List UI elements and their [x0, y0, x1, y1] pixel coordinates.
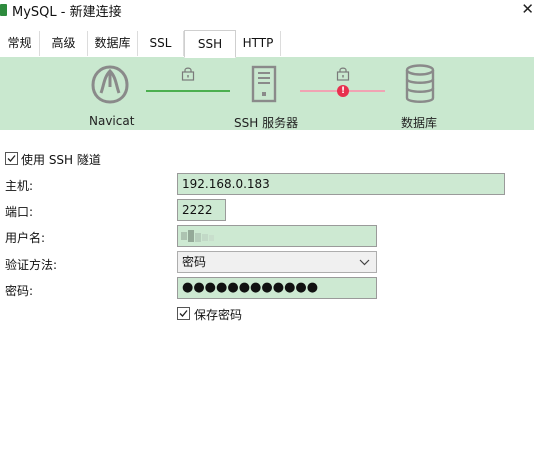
- ssh-diagram-panel: Navicat SSH 服务器 ! 数据库: [0, 57, 534, 130]
- lock-icon: [181, 66, 195, 84]
- link-line-ok: [146, 90, 230, 92]
- app-icon: [0, 4, 7, 16]
- node-label-ssh-server: SSH 服务器: [234, 116, 299, 130]
- tab-ssl[interactable]: SSL: [138, 31, 184, 56]
- password-label: 密码:: [5, 284, 34, 298]
- redacted-username-icon: [181, 230, 214, 242]
- username-input[interactable]: [177, 225, 377, 247]
- port-input[interactable]: 2222: [177, 199, 226, 221]
- server-icon: [250, 65, 280, 108]
- lock-icon: [336, 66, 350, 84]
- title-bar: MySQL - 新建连接 ✕: [0, 0, 534, 24]
- tab-bar: 常规 高级 数据库 SSL SSH HTTP: [0, 30, 534, 58]
- use-ssh-tunnel-checkbox[interactable]: [5, 152, 18, 165]
- auth-method-value: 密码: [182, 255, 207, 269]
- tab-general[interactable]: 常规: [0, 31, 40, 56]
- chevron-down-icon: [359, 259, 370, 266]
- tab-databases[interactable]: 数据库: [88, 31, 138, 56]
- username-label: 用户名:: [5, 231, 46, 245]
- host-input[interactable]: 192.168.0.183: [177, 173, 505, 195]
- save-password-checkbox[interactable]: [177, 307, 190, 320]
- node-label-database: 数据库: [401, 116, 438, 130]
- tab-http[interactable]: HTTP: [236, 31, 281, 56]
- port-label: 端口:: [5, 205, 34, 219]
- auth-method-select[interactable]: 密码: [177, 251, 377, 273]
- database-icon: [404, 64, 436, 109]
- tab-advanced[interactable]: 高级: [40, 31, 88, 56]
- password-input[interactable]: ●●●●●●●●●●●●: [177, 277, 377, 299]
- use-ssh-tunnel-label: 使用 SSH 隧道: [21, 153, 101, 167]
- navicat-logo-icon: [90, 63, 130, 108]
- node-label-navicat: Navicat: [89, 114, 135, 128]
- window-title: MySQL - 新建连接: [12, 5, 122, 20]
- auth-method-label: 验证方法:: [5, 258, 58, 272]
- tab-ssh[interactable]: SSH: [184, 30, 236, 58]
- error-badge-icon: !: [337, 85, 349, 97]
- host-label: 主机:: [5, 179, 34, 193]
- save-password-label: 保存密码: [194, 308, 243, 322]
- close-icon[interactable]: ✕: [520, 0, 534, 20]
